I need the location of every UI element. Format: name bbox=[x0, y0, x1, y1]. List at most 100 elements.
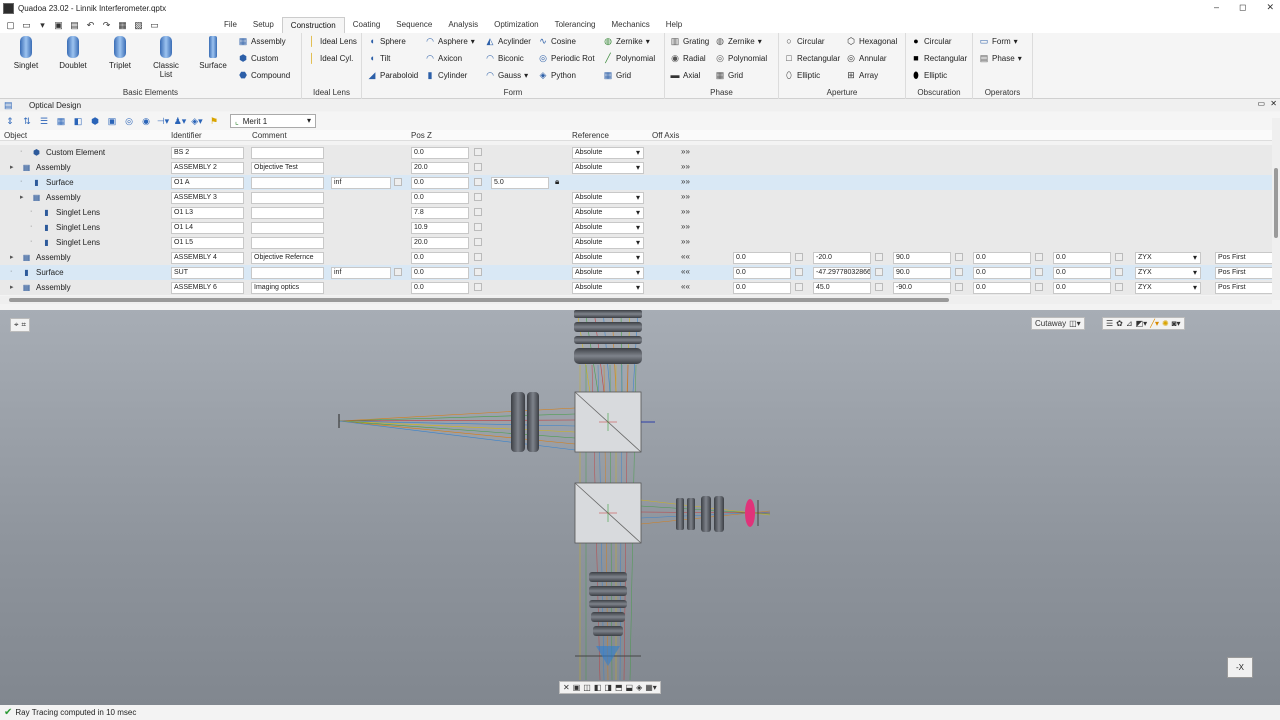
obscuration-elliptic-button[interactable]: ⬮ Elliptic bbox=[911, 70, 947, 81]
identifier-cell[interactable]: O1 A bbox=[171, 177, 244, 189]
maximize-button[interactable]: ◻ bbox=[1239, 2, 1246, 13]
save-as-icon[interactable]: ▤ bbox=[68, 19, 81, 31]
polynomial-phase-button[interactable]: ◎ Polynomial bbox=[715, 53, 767, 64]
offaxis-toggle-button[interactable]: «« bbox=[681, 252, 690, 261]
sort-icon[interactable]: ⇅ bbox=[20, 114, 34, 128]
offaxis-cell[interactable]: Pos First bbox=[1215, 252, 1273, 264]
identifier-cell[interactable]: ASSEMBLY 4 bbox=[171, 252, 244, 264]
table-row[interactable]: · ▮ Singlet Lens O1 L4 10.9 Absolute »» bbox=[0, 220, 1272, 235]
search-icon[interactable]: ◎ bbox=[122, 114, 136, 128]
offaxis-variable-checkbox[interactable] bbox=[1115, 253, 1123, 261]
vertical-scrollbar[interactable] bbox=[1272, 118, 1280, 300]
zernike-phase-button[interactable]: ◍ Zernike ▾ bbox=[715, 36, 762, 47]
posz-variable-checkbox[interactable] bbox=[474, 238, 482, 246]
minimize-button[interactable]: – bbox=[1214, 2, 1219, 13]
triplet-button[interactable]: Triplet bbox=[104, 36, 136, 70]
settings-icon[interactable]: ◈▾ bbox=[190, 114, 204, 128]
expand-toggle-icon[interactable]: · bbox=[20, 178, 22, 185]
reference-select[interactable]: Absolute bbox=[572, 267, 644, 279]
obscuration-rectangular-button[interactable]: ■ Rectangular bbox=[911, 53, 967, 63]
offaxis-cell[interactable]: 0.0 bbox=[973, 282, 1031, 294]
offaxis-variable-checkbox[interactable] bbox=[955, 268, 963, 276]
operator-form-button[interactable]: ▭ Form ▾ bbox=[979, 36, 1018, 47]
expand-toggle-icon[interactable]: ▸ bbox=[10, 163, 14, 171]
comment-cell[interactable]: Imaging optics bbox=[251, 282, 324, 294]
operator-phase-button[interactable]: ▤ Phase ▾ bbox=[979, 53, 1022, 64]
merit-select[interactable]: ⌞ Merit 1 bbox=[230, 114, 316, 128]
comment-cell[interactable]: Objective Test bbox=[251, 162, 324, 174]
reference-select[interactable]: Absolute bbox=[572, 147, 644, 159]
menu-optimization[interactable]: Optimization bbox=[486, 17, 546, 34]
menu-construction[interactable]: Construction bbox=[281, 16, 345, 34]
identifier-cell[interactable]: BS 2 bbox=[171, 147, 244, 159]
custom-button[interactable]: ⬢ Custom bbox=[238, 53, 279, 64]
offaxis-variable-checkbox[interactable] bbox=[795, 268, 803, 276]
reference-select[interactable]: Absolute bbox=[572, 207, 644, 219]
offaxis-variable-checkbox[interactable] bbox=[1035, 253, 1043, 261]
radius-variable-checkbox[interactable] bbox=[394, 178, 402, 186]
gauss-dropdown-icon[interactable]: ▾ bbox=[524, 71, 528, 80]
aperture-array-button[interactable]: ⊞ Array bbox=[846, 70, 878, 81]
view-top-icon[interactable]: ⬒ bbox=[615, 683, 623, 692]
radial-button[interactable]: ◉ Radial bbox=[670, 53, 706, 64]
aperture-elliptic-button[interactable]: ⬯ Elliptic bbox=[784, 70, 820, 81]
comment-cell[interactable] bbox=[251, 192, 324, 204]
layers-icon[interactable]: ▦ bbox=[54, 114, 68, 128]
offaxis-cell[interactable]: 0.0 bbox=[973, 252, 1031, 264]
offaxis-cell[interactable]: ZYX bbox=[1135, 267, 1201, 279]
posz-cell[interactable]: 0.0 bbox=[411, 147, 469, 159]
surface-button[interactable]: Surface bbox=[197, 36, 229, 70]
offaxis-cell[interactable]: 90.0 bbox=[893, 267, 951, 279]
open-folder-icon[interactable]: ▭ bbox=[20, 19, 33, 31]
menu-help[interactable]: Help bbox=[658, 17, 690, 34]
identifier-cell[interactable]: ASSEMBLY 6 bbox=[171, 282, 244, 294]
table-row[interactable]: ▸ ▦ Assembly ASSEMBLY 6 Imaging optics 0.0 Abs… bbox=[0, 280, 1273, 295]
expand-toggle-icon[interactable]: · bbox=[30, 208, 32, 215]
posz-variable-checkbox[interactable] bbox=[474, 148, 482, 156]
expand-toggle-icon[interactable]: · bbox=[10, 268, 12, 275]
horizontal-scroll-thumb[interactable] bbox=[9, 298, 949, 302]
zernike-form-dropdown-icon[interactable]: ▾ bbox=[646, 37, 650, 46]
tilt-button[interactable]: ◖ Tilt bbox=[367, 53, 390, 63]
offaxis-variable-checkbox[interactable] bbox=[875, 268, 883, 276]
offaxis-cell[interactable]: 0.0 bbox=[1053, 252, 1111, 264]
offaxis-cell[interactable]: ZYX bbox=[1135, 252, 1201, 264]
col-reference[interactable]: Reference bbox=[572, 131, 609, 140]
offaxis-cell[interactable]: 0.0 bbox=[733, 267, 791, 279]
target-icon[interactable]: ◉ bbox=[139, 114, 153, 128]
asphere-button[interactable]: ◠ Asphere ▾ bbox=[425, 36, 475, 47]
menu-setup[interactable]: Setup bbox=[245, 17, 282, 34]
offaxis-cell[interactable]: ZYX bbox=[1135, 282, 1201, 294]
asphere-dropdown-icon[interactable]: ▾ bbox=[471, 37, 475, 46]
posz-variable-checkbox[interactable] bbox=[474, 163, 482, 171]
col-comment[interactable]: Comment bbox=[252, 131, 287, 140]
offaxis-toggle-button[interactable]: «« bbox=[681, 267, 690, 276]
list-icon[interactable]: ☰ bbox=[37, 114, 51, 128]
offaxis-toggle-button[interactable]: »» bbox=[681, 237, 690, 246]
posz-cell[interactable]: 0.0 bbox=[411, 252, 469, 264]
posz-cell[interactable]: 0.0 bbox=[411, 267, 469, 279]
expand-toggle-icon[interactable]: ▸ bbox=[10, 283, 14, 291]
menu-tolerancing[interactable]: Tolerancing bbox=[547, 17, 604, 34]
close-view-icon[interactable]: ✕ bbox=[563, 683, 570, 692]
identifier-cell[interactable]: ASSEMBLY 3 bbox=[171, 192, 244, 204]
ideal-cyl-button[interactable]: │ Ideal Cyl. bbox=[307, 53, 353, 63]
classic-list-button[interactable]: Classic List bbox=[150, 36, 182, 79]
thickness-cell[interactable]: 5.0 bbox=[491, 177, 549, 189]
posz-cell[interactable]: 10.9 bbox=[411, 222, 469, 234]
vertical-scroll-thumb[interactable] bbox=[1274, 168, 1278, 238]
offaxis-toggle-button[interactable]: »» bbox=[681, 207, 690, 216]
redo-icon[interactable]: ↷ bbox=[100, 19, 113, 31]
assembly-button[interactable]: ▦ Assembly bbox=[238, 36, 286, 47]
reference-select[interactable]: Absolute bbox=[572, 222, 644, 234]
offaxis-cell[interactable]: 90.0 bbox=[893, 252, 951, 264]
table-row[interactable]: ▸ ▦ Assembly ASSEMBLY 3 0.0 Absolute »» bbox=[0, 190, 1272, 205]
posz-variable-checkbox[interactable] bbox=[474, 283, 482, 291]
polynomial-form-button[interactable]: ╱ Polynomial bbox=[603, 53, 655, 64]
menu-mechanics[interactable]: Mechanics bbox=[604, 17, 658, 34]
offaxis-variable-checkbox[interactable] bbox=[875, 253, 883, 261]
operator-phase-dropdown-icon[interactable]: ▾ bbox=[1018, 54, 1022, 63]
offaxis-cell[interactable]: 0.0 bbox=[733, 252, 791, 264]
offaxis-toggle-button[interactable]: »» bbox=[681, 162, 690, 171]
expand-toggle-icon[interactable]: ▸ bbox=[20, 193, 24, 201]
